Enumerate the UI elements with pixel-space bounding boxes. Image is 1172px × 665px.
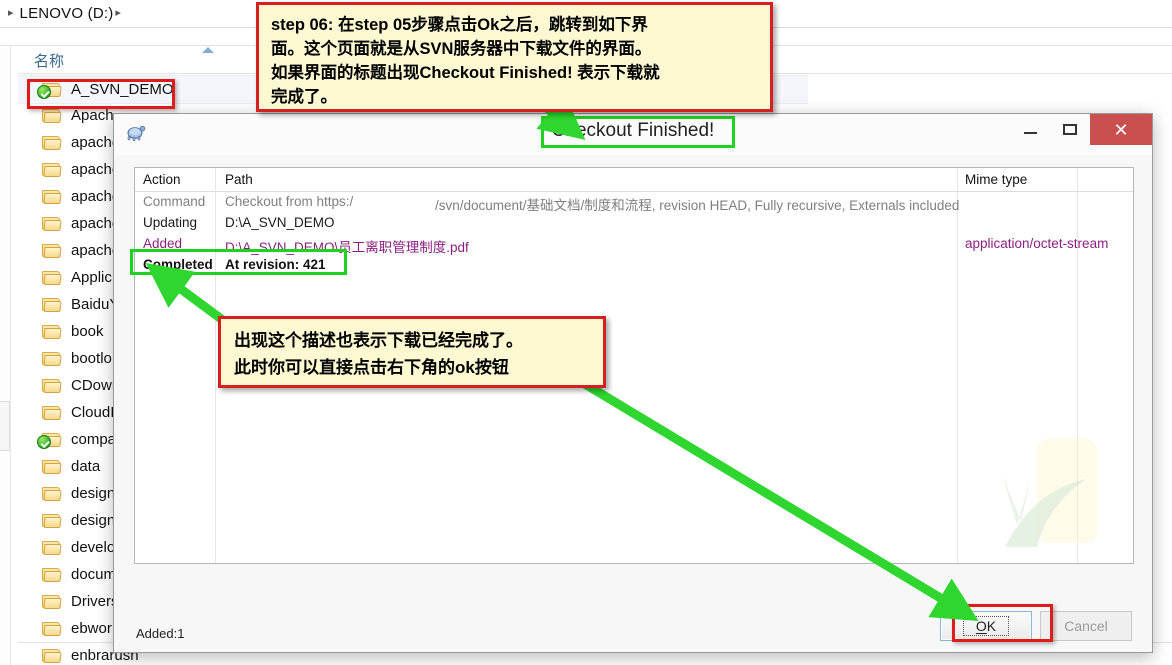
svn-green-check-badge-icon [37,84,51,99]
cancel-button-label: Cancel [1064,618,1108,634]
folder-icon [42,594,62,610]
annotation-note-completed: 出现这个描述也表示下载已经完成了。 此时你可以直接点击右下角的ok按钮 [218,316,606,388]
log-cell-mime: application/octet-stream [965,236,1109,251]
log-cell-path: Checkout from https:/ [225,194,354,209]
log-column-path[interactable]: Path [225,172,253,187]
log-cell-path: D:\A_SVN_DEMO [225,215,335,230]
note-line: step 06: 在step 05步骤点击Ok之后，跳转到如下界 [271,16,648,34]
screenshot-root: ▸ LENOVO (D:) ▸ 名称 A_SVN_DEMO Apach apache… [0,0,1172,665]
folder-icon [42,540,62,556]
note-line: 此时你可以直接点击右下角的ok按钮 [234,358,509,377]
folder-icon [42,459,62,475]
folder-icon [42,621,62,637]
folder-icon [42,189,62,205]
svn-green-check-badge-icon [37,434,51,449]
log-column-mime[interactable]: Mime type [965,172,1027,187]
dialog-watermark [1003,439,1097,547]
folder-icon [42,378,62,394]
folder-icon [42,567,62,583]
note-line: 面。这个页面就是从SVN服务器中下载文件的界面。 [271,40,652,58]
annotation-note-step06: step 06: 在step 05步骤点击Ok之后，跳转到如下界 面。这个页面就… [256,2,773,112]
close-button[interactable]: ✕ [1090,114,1152,145]
folder-icon [42,216,62,232]
folder-icon [42,513,62,529]
folder-icon [42,351,62,367]
close-icon: ✕ [1113,119,1129,140]
maximize-button[interactable] [1050,114,1090,145]
file-name-label: Applic [71,269,112,286]
file-name-label: data [71,458,101,475]
folder-icon [42,162,62,178]
folder-icon [37,432,62,449]
note-line: 如果界面的标题出现Checkout Finished! 表示下载就 [271,64,660,82]
sort-ascending-icon [202,47,214,53]
dialog-status-summary: Added:1 [136,626,185,641]
log-column-action[interactable]: Action [143,172,181,187]
folder-icon [42,243,62,259]
cancel-button[interactable]: Cancel [1040,611,1132,641]
navigation-pane-splitter[interactable] [0,401,10,451]
log-column-header-row: Action Path Mime type [135,168,1133,192]
log-cell-path-continued: /svn/document/基础文档/制度和流程, revision HEAD,… [435,198,960,213]
folder-icon [42,270,62,286]
column-header-name[interactable]: 名称 [34,50,64,71]
highlight-box-ok-button [952,604,1053,642]
chevron-right-icon: ▸ [8,7,14,19]
folder-icon [42,135,62,151]
folder-icon [42,324,62,340]
folder-icon [42,486,62,502]
note-line: 出现这个描述也表示下载已经完成了。 [234,331,523,350]
file-name-label: docum [71,566,117,583]
file-name-label: Drivers [71,593,119,610]
minimize-icon [1023,131,1037,134]
folder-icon [42,297,62,313]
highlight-box-dialog-title [541,116,735,148]
breadcrumb-drive-label[interactable]: LENOVO (D:) [20,5,114,22]
file-name-label: book [71,323,104,340]
log-cell-action: Command [143,194,206,209]
note-line: 完成了。 [271,88,337,106]
file-name-label: CloudI [71,404,115,421]
folder-icon [42,405,62,421]
highlight-box-completed-row [130,249,347,275]
window-controls: ✕ [1010,114,1152,145]
navigation-pane-rail [0,46,11,665]
file-name-label: design [71,485,116,502]
chevron-right-icon-trailing[interactable]: ▸ [115,8,121,19]
log-row[interactable]: Command Checkout from https:/ /svn/documen… [135,192,1133,213]
file-name-label: Apach [71,107,114,124]
minimize-button[interactable] [1010,114,1050,145]
log-row[interactable]: Updating D:\A_SVN_DEMO [135,213,1133,234]
file-name-label: compa [71,431,117,448]
log-cell-action: Updating [143,215,198,230]
maximize-icon [1063,124,1077,135]
file-name-label: CDowr [71,377,117,394]
file-name-label: bootlo [71,350,112,367]
file-name-label: design [71,512,116,529]
file-name-label: ebwor [71,620,112,637]
folder-icon [42,108,62,124]
file-name-label: develo [71,539,116,556]
